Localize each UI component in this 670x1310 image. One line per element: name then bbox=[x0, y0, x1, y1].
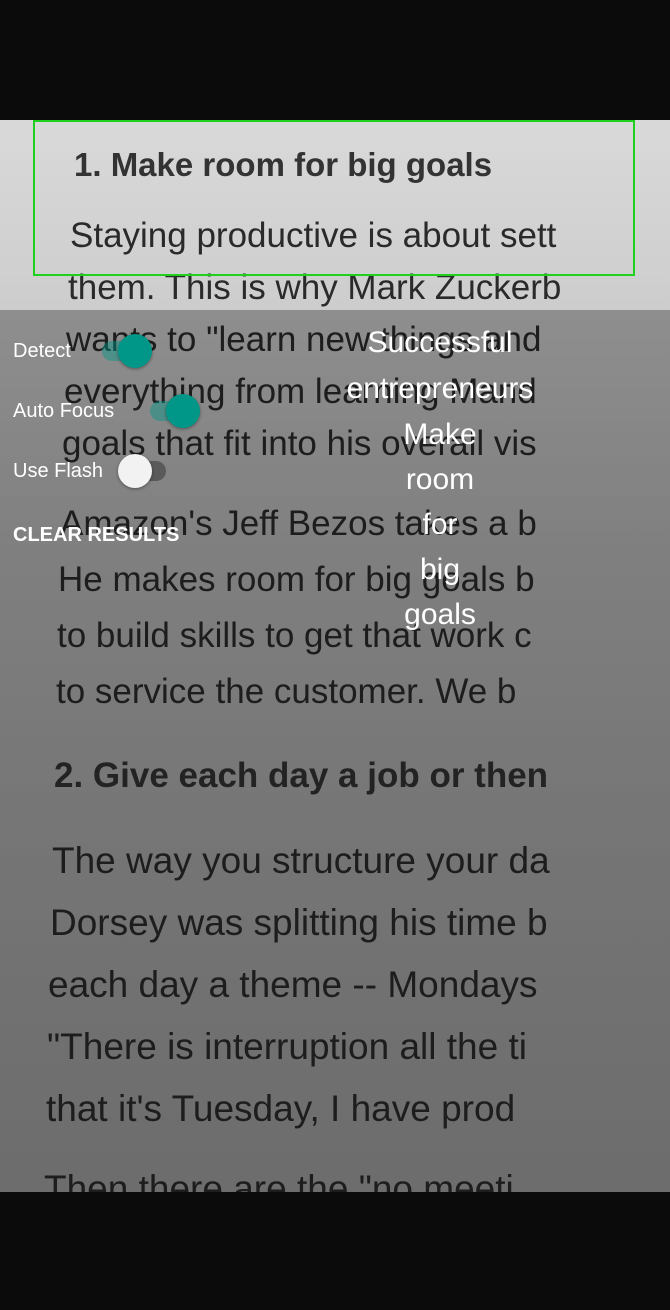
result-word: Make bbox=[403, 418, 477, 451]
use-flash-label: Use Flash bbox=[13, 460, 104, 482]
navigation-bar-area bbox=[0, 1192, 670, 1310]
result-word: entrepreneurs bbox=[346, 372, 534, 405]
result-word: big bbox=[419, 553, 461, 586]
auto-focus-toggle[interactable] bbox=[150, 394, 200, 428]
result-word: Successful bbox=[367, 326, 513, 359]
camera-dim-overlay bbox=[0, 310, 670, 1192]
result-word: room bbox=[405, 463, 475, 496]
use-flash-toggle[interactable] bbox=[118, 454, 166, 488]
toggle-knob bbox=[118, 454, 152, 488]
status-bar-area bbox=[0, 0, 670, 120]
toggle-knob bbox=[166, 394, 200, 428]
detect-toggle[interactable] bbox=[102, 334, 152, 368]
clear-results-button[interactable]: CLEAR RESULTS bbox=[13, 524, 179, 547]
detect-label: Detect bbox=[13, 340, 71, 362]
detection-bounding-box bbox=[33, 120, 635, 276]
toggle-knob bbox=[118, 334, 152, 368]
result-word: goals bbox=[404, 598, 476, 631]
result-word: for bbox=[422, 508, 458, 541]
camera-preview: 1. Make room for big goals Staying produ… bbox=[0, 120, 670, 1192]
auto-focus-label: Auto Focus bbox=[13, 400, 115, 422]
